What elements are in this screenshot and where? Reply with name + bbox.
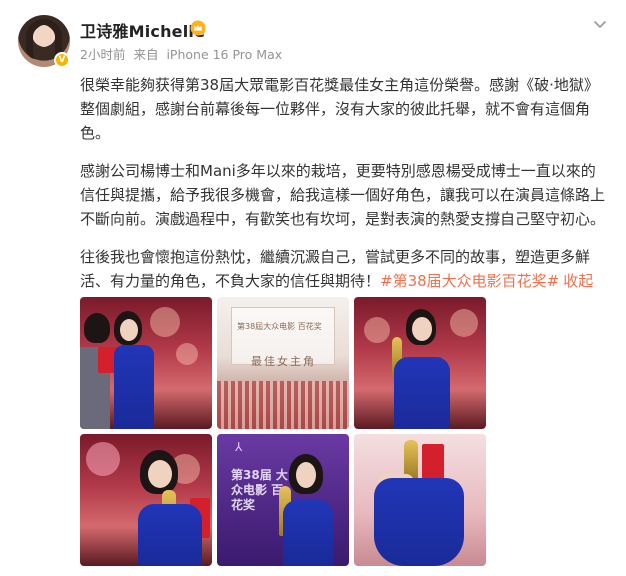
crown-icon: [190, 20, 206, 36]
post-paragraph: 很榮幸能夠获得第38屆大眾電影百花獎最佳女主角這份榮譽。感謝《破·地獄》整個劇組…: [80, 76, 599, 142]
person-face: [120, 319, 138, 341]
blue-dress: [374, 478, 464, 566]
blue-dress: [114, 345, 154, 429]
hashtag-link[interactable]: #第38届大众电影百花奖#: [380, 272, 559, 290]
photo-thumbnail[interactable]: [354, 434, 486, 566]
person-face: [412, 317, 432, 341]
photo-thumbnail[interactable]: [80, 297, 212, 429]
post-paragraph: 感謝公司楊博士和Mani多年以來的栽培，更要特別感恩楊受成博士一直以來的信任與提…: [80, 162, 606, 228]
bokeh-light: [86, 442, 120, 476]
screen-caption: 最佳女主角: [251, 355, 316, 368]
bokeh-light: [176, 343, 198, 365]
post-device: iPhone 16 Pro Max: [166, 47, 283, 62]
photo-thumbnail[interactable]: 第38屆大众电影 百花奖 最佳女主角: [217, 297, 349, 429]
blue-dress: [283, 500, 333, 566]
person-face: [296, 462, 316, 488]
chevron-down-icon[interactable]: [592, 16, 608, 32]
post-paragraph: 往後我也會懷抱這份熱忱，繼續沉澱自己，嘗試更多不同的故事，塑造更多鮮活、有力量的…: [80, 245, 610, 293]
audience: [217, 381, 349, 429]
v-badge-icon: V: [54, 52, 70, 68]
photo-thumbnail[interactable]: [80, 434, 212, 566]
blue-dress: [394, 357, 450, 429]
user-name[interactable]: 卫诗雅Michelle: [80, 18, 205, 42]
poster-logo: ⅄: [235, 440, 243, 454]
post-source-prefix: 来自: [133, 47, 159, 62]
photo-thumbnail[interactable]: ⅄ 第38届 大众电影 百花奖: [217, 434, 349, 566]
screen-caption: 第38屆大众电影 百花奖: [237, 322, 322, 331]
blue-dress: [138, 504, 202, 566]
bokeh-light: [364, 317, 390, 343]
bokeh-light: [450, 309, 478, 337]
avatar-face: [35, 25, 53, 47]
post-text: 很榮幸能夠获得第38屆大眾電影百花獎最佳女主角這份榮譽。感謝《破·地獄》整個劇組…: [80, 73, 610, 307]
collapse-link[interactable]: 收起: [563, 272, 593, 290]
photo-thumbnail[interactable]: [354, 297, 486, 429]
person-face: [148, 460, 172, 488]
post-meta: 2小时前 来自 iPhone 16 Pro Max: [80, 44, 286, 63]
person-hair: [84, 313, 110, 343]
bokeh-light: [150, 307, 180, 337]
post-time[interactable]: 2小时前: [80, 47, 125, 62]
